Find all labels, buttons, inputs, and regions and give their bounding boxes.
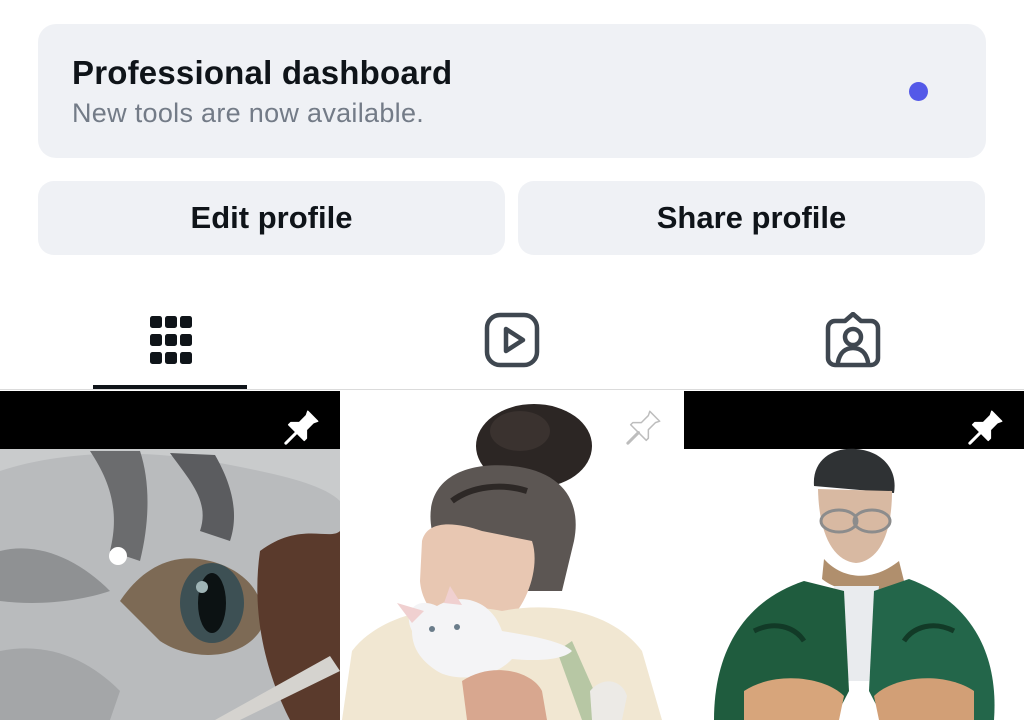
edit-profile-button[interactable]: Edit profile bbox=[38, 181, 505, 255]
post-thumbnail-2[interactable] bbox=[342, 391, 682, 720]
grid-icon bbox=[149, 316, 192, 364]
tab-reels[interactable] bbox=[341, 290, 682, 390]
profile-page: Professional dashboard New tools are now… bbox=[0, 0, 1024, 720]
dashboard-title: Professional dashboard bbox=[72, 54, 453, 91]
reels-icon bbox=[484, 312, 539, 368]
professional-dashboard-card[interactable]: Professional dashboard New tools are now… bbox=[38, 24, 986, 158]
tagged-icon bbox=[825, 312, 880, 368]
tab-posts-grid[interactable] bbox=[0, 290, 341, 390]
pin-icon bbox=[626, 410, 661, 445]
profile-tabs bbox=[0, 290, 1024, 390]
post-thumbnail-3[interactable] bbox=[684, 391, 1024, 720]
tabs-divider bbox=[0, 389, 1024, 390]
pin-icon bbox=[968, 410, 1003, 445]
post-thumbnail-1[interactable] bbox=[0, 391, 340, 720]
share-profile-button[interactable]: Share profile bbox=[518, 181, 985, 255]
notification-dot bbox=[909, 82, 928, 101]
tab-tagged[interactable] bbox=[682, 290, 1023, 390]
dashboard-subtitle: New tools are now available. bbox=[72, 98, 425, 128]
pin-icon bbox=[284, 410, 319, 445]
